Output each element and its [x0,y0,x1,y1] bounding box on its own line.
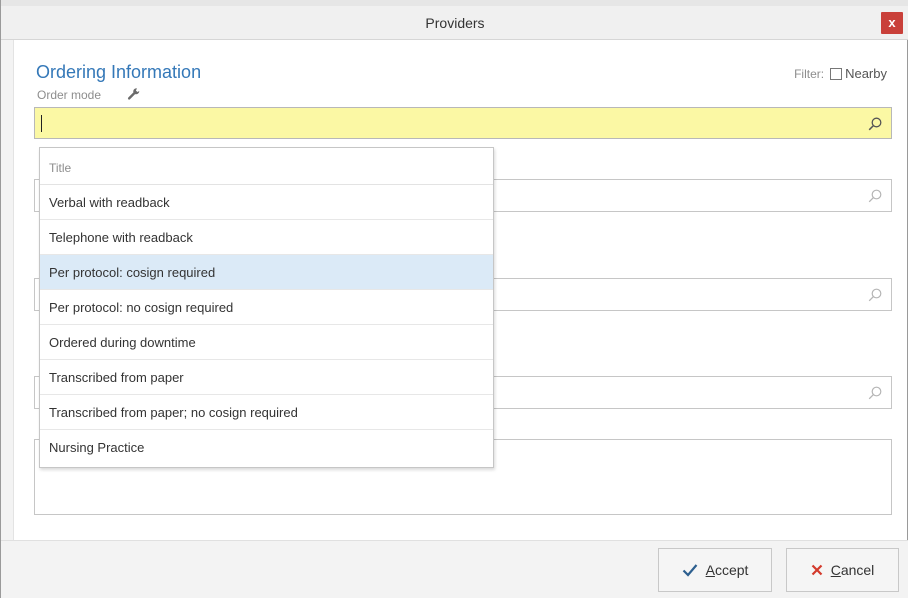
order-mode-label: Order mode [37,88,102,102]
list-item[interactable]: Transcribed from paper [40,360,493,395]
nearby-label[interactable]: Nearby [845,66,887,81]
accept-button[interactable]: Accept [658,548,772,592]
search-icon[interactable] [867,116,883,132]
list-item[interactable]: Ordered during downtime [40,325,493,360]
close-icon: x [888,15,896,30]
close-button[interactable]: x [881,12,903,34]
checkmark-icon [682,564,697,577]
order-mode-dropdown: Title Verbal with readback Telephone wit… [39,147,494,468]
filter-label: Filter: [794,66,825,81]
dropdown-column-header: Title [40,148,493,185]
list-item[interactable]: Nursing Practice [40,430,493,465]
list-item[interactable]: Per protocol: no cosign required [40,290,493,325]
list-item[interactable]: Transcribed from paper; no cosign requir… [40,395,493,430]
cancel-label: Cancel [830,562,875,578]
search-icon[interactable] [867,287,883,303]
title-bar: Providers x [1,6,908,40]
search-icon[interactable] [867,385,883,401]
order-mode-input[interactable] [34,107,892,139]
wrench-icon[interactable] [127,87,141,101]
section-title: Ordering Information [36,62,202,82]
providers-dialog: Providers x Ordering Information Order m… [0,0,908,598]
list-item[interactable]: Telephone with readback [40,220,493,255]
filter-control: Filter: Nearby [794,66,887,81]
left-panel-edge [1,40,14,540]
x-icon [811,564,822,576]
accept-label: Accept [705,562,749,578]
nearby-checkbox[interactable] [830,67,843,80]
list-item[interactable]: Verbal with readback [40,185,493,220]
list-item-selected[interactable]: Per protocol: cosign required [40,255,493,290]
text-caret [41,115,42,132]
cancel-button[interactable]: Cancel [786,548,899,592]
search-icon[interactable] [867,188,883,204]
window-title: Providers [425,15,485,31]
